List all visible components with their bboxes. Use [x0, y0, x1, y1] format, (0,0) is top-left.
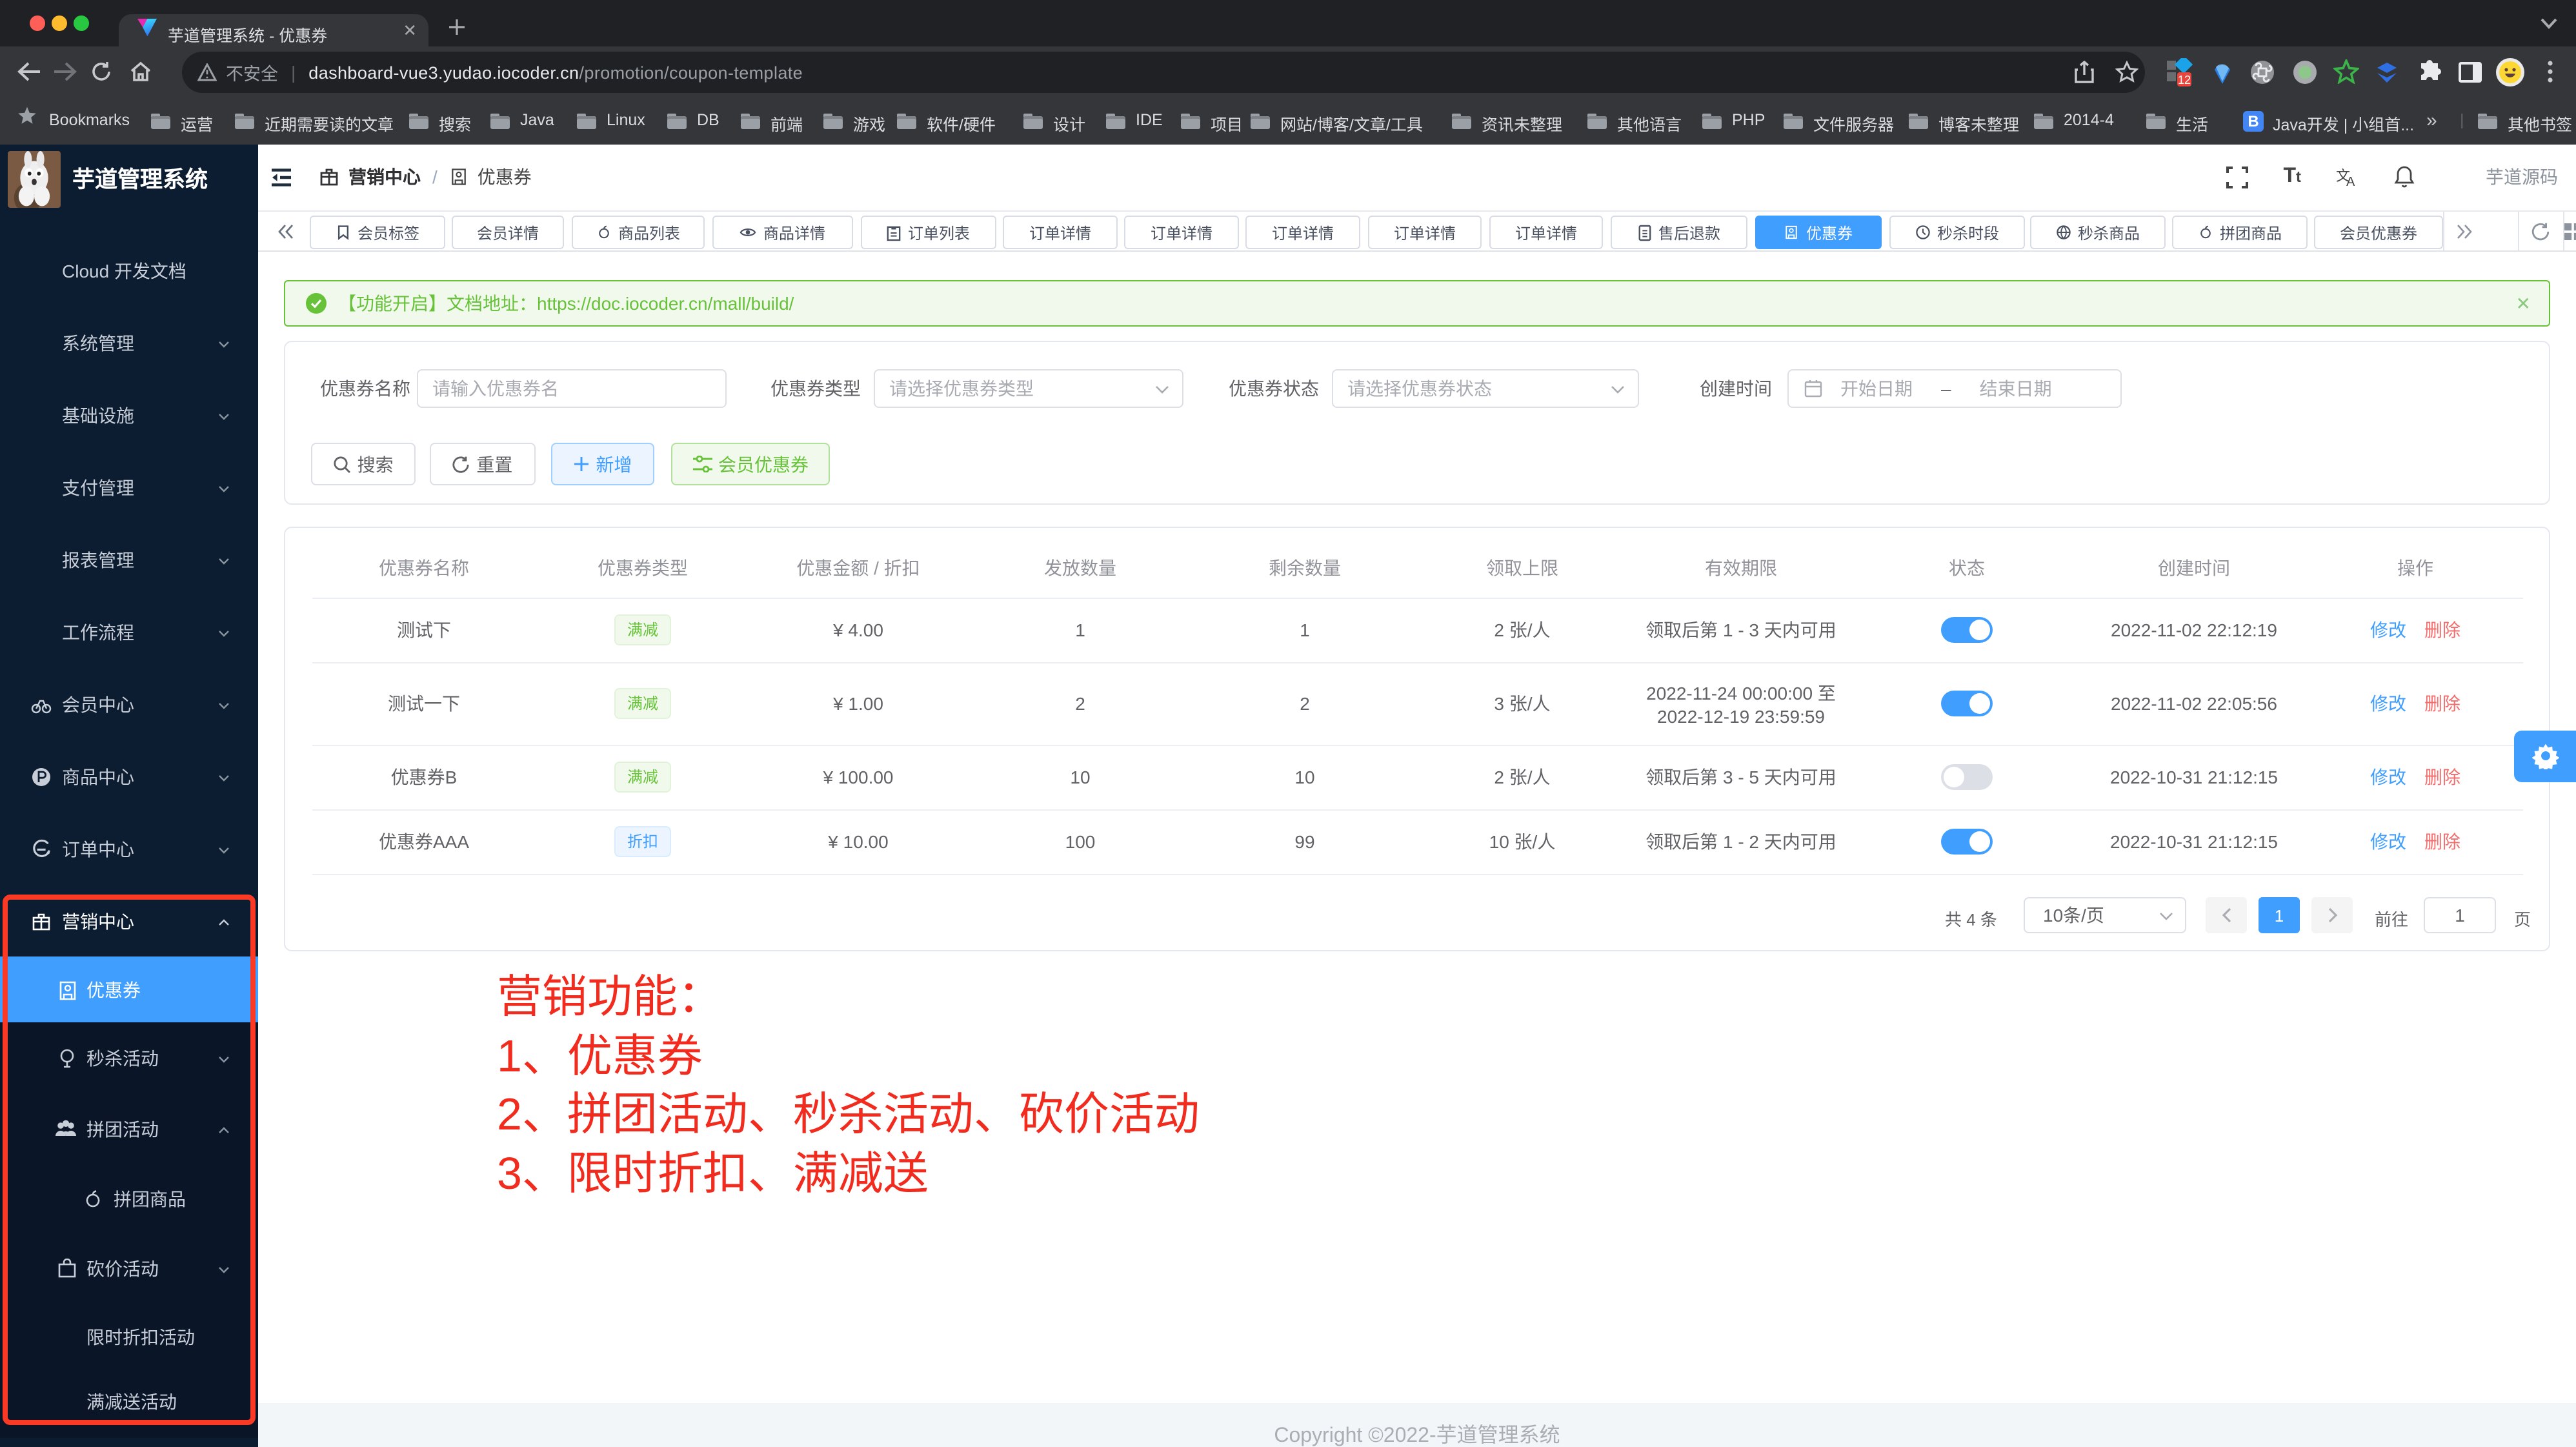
svg-text:12: 12: [2178, 74, 2191, 86]
svg-text:A: A: [2346, 176, 2355, 188]
